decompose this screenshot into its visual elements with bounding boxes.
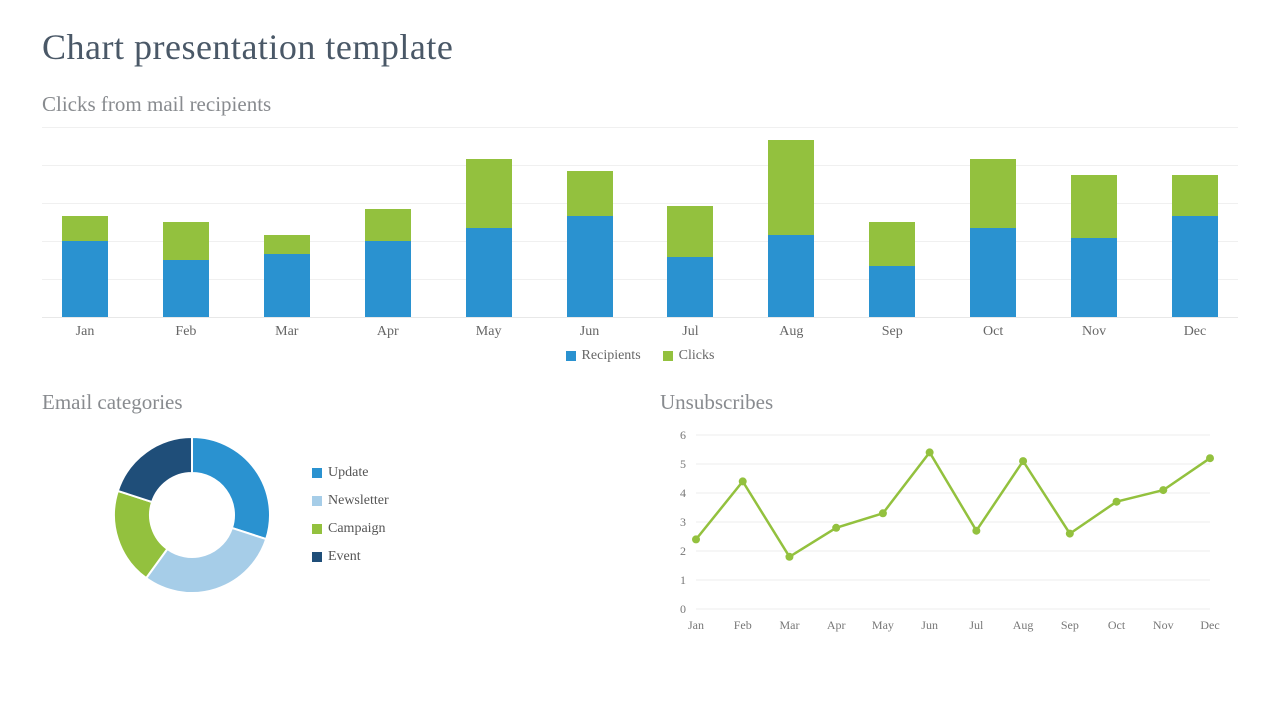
bar-segment bbox=[365, 209, 411, 241]
donut-icon bbox=[102, 425, 282, 605]
line-series bbox=[696, 452, 1210, 556]
bar-segment bbox=[1172, 175, 1218, 216]
y-tick-label: 0 bbox=[680, 602, 686, 616]
x-tick-label: May bbox=[466, 324, 512, 340]
x-tick-label: Jun bbox=[921, 618, 938, 632]
line-marker bbox=[1206, 454, 1214, 462]
x-tick-label: Feb bbox=[734, 618, 752, 632]
x-tick-label: Jul bbox=[667, 324, 713, 340]
x-tick-label: Jul bbox=[969, 618, 984, 632]
bar-segment bbox=[163, 222, 209, 260]
bar-segment bbox=[667, 257, 713, 317]
bar-segment bbox=[264, 235, 310, 254]
bar-segment bbox=[163, 260, 209, 317]
y-tick-label: 1 bbox=[680, 573, 686, 587]
x-tick-label: May bbox=[872, 618, 894, 632]
clicks-legend: Recipients Clicks bbox=[42, 348, 1238, 364]
bar-segment bbox=[970, 159, 1016, 229]
line-marker bbox=[879, 509, 887, 517]
categories-chart: Email categories Update Newsletter Campaig… bbox=[42, 390, 620, 640]
legend-item: Update bbox=[312, 465, 389, 481]
x-tick-label: Dec bbox=[1200, 618, 1219, 632]
line-marker bbox=[832, 524, 840, 532]
bar-segment bbox=[869, 266, 915, 317]
line-marker bbox=[1019, 457, 1027, 465]
legend-item: Clicks bbox=[663, 348, 715, 364]
line-marker bbox=[1113, 498, 1121, 506]
bar-segment bbox=[768, 235, 814, 317]
x-tick-label: Aug bbox=[768, 324, 814, 340]
x-tick-label: Mar bbox=[779, 618, 799, 632]
x-tick-label: Sep bbox=[1061, 618, 1079, 632]
legend-item: Recipients bbox=[566, 348, 641, 364]
x-tick-label: Dec bbox=[1172, 324, 1218, 340]
bar-segment bbox=[466, 159, 512, 229]
line-marker bbox=[1066, 530, 1074, 538]
categories-legend: Update Newsletter Campaign Event bbox=[312, 453, 389, 577]
y-tick-label: 2 bbox=[680, 544, 686, 558]
donut-slice bbox=[192, 437, 270, 539]
y-tick-label: 5 bbox=[680, 457, 686, 471]
bar-segment bbox=[1172, 216, 1218, 317]
x-tick-label: Feb bbox=[163, 324, 209, 340]
x-tick-label: Oct bbox=[970, 324, 1016, 340]
x-tick-label: Apr bbox=[365, 324, 411, 340]
line-chart-svg: 0 1 2 3 4 5 6 Jan Feb Mar Apr May Jun Jul Aug Sep Oct Nov… bbox=[660, 425, 1220, 635]
x-tick-label: Aug bbox=[1013, 618, 1034, 632]
bar-segment bbox=[567, 171, 613, 215]
unsub-title: Unsubscribes bbox=[660, 390, 1238, 415]
legend-item: Newsletter bbox=[312, 493, 389, 509]
donut-slice bbox=[118, 437, 192, 502]
x-tick-label: Oct bbox=[1108, 618, 1126, 632]
x-tick-label: Nov bbox=[1071, 324, 1117, 340]
bar-segment bbox=[768, 140, 814, 235]
bar-segment bbox=[1071, 238, 1117, 317]
categories-title: Email categories bbox=[42, 390, 620, 415]
x-tick-label: Mar bbox=[264, 324, 310, 340]
donut-slice bbox=[146, 528, 266, 593]
slide-title: Chart presentation template bbox=[42, 26, 1238, 68]
x-tick-label: Jan bbox=[688, 618, 704, 632]
x-tick-label: Sep bbox=[869, 324, 915, 340]
clicks-title: Clicks from mail recipients bbox=[42, 92, 1238, 117]
bar-segment bbox=[466, 228, 512, 317]
x-tick-label: Apr bbox=[827, 618, 846, 632]
unsub-chart: Unsubscribes 0 1 2 3 4 5 6 Jan Feb Mar Apr May Jun Ju… bbox=[660, 390, 1238, 640]
y-tick-label: 6 bbox=[680, 428, 686, 442]
bar-segment bbox=[62, 216, 108, 241]
bar-segment bbox=[869, 222, 915, 266]
bar-segment bbox=[1071, 175, 1117, 238]
y-tick-label: 3 bbox=[680, 515, 686, 529]
y-tick-label: 4 bbox=[680, 486, 686, 500]
line-marker bbox=[739, 477, 747, 485]
clicks-chart: Clicks from mail recipients Jan Feb Mar Apr… bbox=[42, 92, 1238, 364]
x-tick-label: Jan bbox=[62, 324, 108, 340]
bar-segment bbox=[970, 228, 1016, 317]
line-marker bbox=[926, 448, 934, 456]
bar-segment bbox=[667, 206, 713, 257]
legend-item: Campaign bbox=[312, 521, 389, 537]
line-marker bbox=[1159, 486, 1167, 494]
legend-item: Event bbox=[312, 549, 389, 565]
x-tick-label: Jun bbox=[567, 324, 613, 340]
line-marker bbox=[785, 553, 793, 561]
bar-segment bbox=[567, 216, 613, 317]
line-marker bbox=[692, 535, 700, 543]
bar-segment bbox=[62, 241, 108, 317]
bar-segment bbox=[264, 254, 310, 317]
x-tick-label: Nov bbox=[1153, 618, 1174, 632]
bar-segment bbox=[365, 241, 411, 317]
line-marker bbox=[972, 527, 980, 535]
